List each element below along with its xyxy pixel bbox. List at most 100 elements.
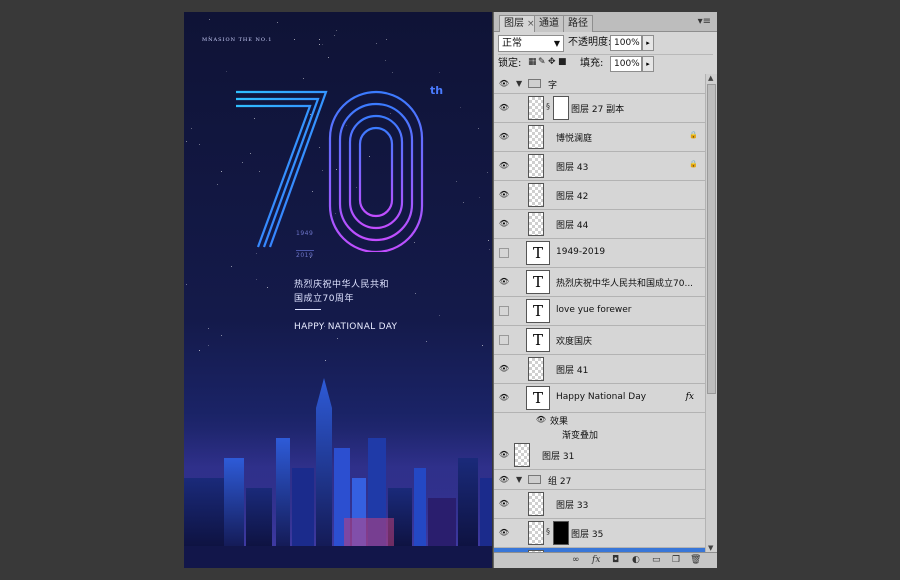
blend-mode-value: 正常 (502, 38, 522, 49)
layer-row[interactable]: 👁 图层 44 (494, 210, 706, 239)
layer-name: 图层 35 (571, 530, 604, 540)
lock-move-icon[interactable]: ✥ (548, 57, 556, 67)
fx-icon[interactable]: fx (592, 555, 600, 565)
visibility-eye-icon[interactable]: 👁 (497, 448, 511, 462)
blend-mode-select[interactable]: 正常 ▼ (498, 35, 564, 52)
layers-panel: 图层 × 通道 路径 ▾≡ 正常 ▼ 不透明度: 100% ▸ 锁定: ▦ ✎ ✥ … (493, 12, 717, 568)
visibility-eye-icon[interactable]: 👁 (497, 130, 511, 144)
layer-mask-thumbnail[interactable] (553, 521, 569, 545)
trash-icon[interactable]: 🗑 (690, 555, 701, 565)
layer-thumbnail[interactable] (528, 154, 544, 178)
layer-thumbnail[interactable] (528, 357, 544, 381)
fill-field[interactable]: 100% (610, 56, 642, 72)
layer-thumbnail[interactable] (528, 183, 544, 207)
layer-row[interactable]: T 1949-2019 (494, 239, 706, 268)
layer-thumbnail[interactable] (514, 443, 530, 467)
layer-group-row[interactable]: 👁 ▼ 组 27 (494, 470, 706, 490)
star (334, 35, 335, 36)
visibility-toggle-empty[interactable] (499, 306, 509, 316)
happy-national-day-text: HAPPY NATIONAL DAY (294, 322, 398, 332)
layer-thumbnail[interactable] (528, 125, 544, 149)
folder-icon (528, 475, 541, 484)
folder-icon[interactable]: ▭ (652, 555, 661, 565)
layer-row[interactable]: 👁 图层 43 🔒 (494, 152, 706, 181)
visibility-eye-icon[interactable]: 👁 (497, 473, 511, 487)
layer-thumbnail[interactable] (528, 521, 544, 545)
new-layer-icon[interactable]: ❐ (672, 555, 680, 565)
panel-menu-icon[interactable]: ▾≡ (698, 16, 711, 27)
layer-thumbnail[interactable] (528, 212, 544, 236)
opacity-field[interactable]: 100% (610, 35, 642, 51)
star (478, 128, 479, 129)
lock-paint-icon[interactable]: ✎ (538, 57, 546, 67)
layer-effect-row[interactable]: 渐变叠加 (494, 427, 706, 441)
year-start: 1949 (296, 230, 314, 237)
chain-link-icon[interactable]: § (546, 102, 550, 111)
layer-row[interactable]: 👁 图层 41 (494, 355, 706, 384)
tab-paths[interactable]: 路径 (563, 15, 593, 32)
tab-layers-label: 图层 (504, 18, 524, 29)
layer-name: 图层 42 (556, 192, 589, 202)
fx-badge-icon[interactable]: fx (686, 392, 694, 402)
adjustment-icon[interactable]: ◐ (632, 555, 640, 565)
opacity-slider-button[interactable]: ▸ (642, 35, 654, 51)
link-icon[interactable]: ∞ (572, 555, 580, 565)
visibility-toggle-empty[interactable] (499, 248, 509, 258)
layer-row[interactable]: Tlove yue forewer (494, 297, 706, 326)
document-canvas[interactable]: MNASION THE NO.1 th 1949 2019 热烈庆祝中华人民共和… (184, 12, 492, 568)
tab-channels[interactable]: 通道 (534, 15, 564, 32)
visibility-eye-icon[interactable]: 👁 (497, 497, 511, 511)
visibility-eye-icon[interactable]: 👁 (497, 101, 511, 115)
layer-lock-icon: 🔒 (689, 131, 698, 139)
layer-row[interactable]: 👁 § 图层 27 副本 (494, 94, 706, 123)
layer-row[interactable]: 👁 图层 42 (494, 181, 706, 210)
text-layer-icon[interactable]: T (526, 270, 550, 294)
layer-row[interactable]: 👁 博悦澜庭 🔒 (494, 123, 706, 152)
layer-row[interactable]: 👁 T Happy National Day fx (494, 384, 706, 413)
scroll-up-icon[interactable]: ▲ (708, 74, 713, 82)
layer-thumbnail[interactable] (528, 492, 544, 516)
layer-name: Happy National Day (556, 392, 647, 402)
layers-scrollbar[interactable]: ▲ ▼ (705, 74, 717, 552)
layer-effect-row[interactable]: 👁 效果 (494, 413, 706, 427)
layer-group-row[interactable]: 👁 ▼ 字 (494, 74, 706, 94)
layer-row[interactable]: 👁 T 热烈庆祝中华人民共和国成立70... (494, 268, 706, 297)
star (337, 338, 338, 339)
fill-slider-button[interactable]: ▸ (642, 56, 654, 72)
layer-name: 图层 27 副本 (571, 105, 625, 115)
layer-row[interactable]: 👁 图层 31 (494, 441, 706, 470)
lock-all-icon[interactable]: ■ (558, 57, 567, 67)
visibility-eye-icon[interactable]: 👁 (497, 362, 511, 376)
visibility-eye-icon[interactable]: 👁 (497, 391, 511, 405)
chain-link-icon[interactable]: § (546, 527, 550, 536)
visibility-eye-icon[interactable]: 👁 (497, 188, 511, 202)
layer-mask-thumbnail[interactable] (553, 96, 569, 120)
star (456, 181, 457, 182)
visibility-eye-icon[interactable]: 👁 (497, 159, 511, 173)
visibility-eye-icon[interactable]: 👁 (497, 217, 511, 231)
visibility-toggle-empty[interactable] (499, 335, 509, 345)
layer-thumbnail[interactable] (528, 96, 544, 120)
lock-transparent-icon[interactable]: ▦ (528, 57, 537, 67)
text-layer-icon[interactable]: T (526, 328, 550, 352)
text-layer-icon[interactable]: T (526, 386, 550, 410)
layer-row[interactable]: T 欢度国庆 (494, 326, 706, 355)
visibility-eye-icon[interactable]: 👁 (497, 77, 511, 91)
scroll-thumb[interactable] (707, 84, 716, 394)
layer-row[interactable]: 👁 图层 33 (494, 490, 706, 519)
expand-triangle-icon[interactable]: ▼ (516, 79, 522, 88)
layer-name: 欢度国庆 (556, 337, 593, 347)
text-layer-icon[interactable]: T (526, 299, 550, 323)
visibility-eye-icon[interactable]: 👁 (497, 275, 511, 289)
star (221, 171, 222, 172)
mask-icon[interactable]: ◘ (612, 555, 619, 565)
tab-paths-label: 路径 (568, 18, 588, 29)
layer-row[interactable]: 👁 § 图层 35 (494, 519, 706, 548)
visibility-eye-icon[interactable]: 👁 (534, 413, 548, 427)
scroll-down-icon[interactable]: ▼ (708, 544, 713, 552)
visibility-eye-icon[interactable]: 👁 (497, 526, 511, 540)
headline-zh-line2: 国成立70周年 (294, 294, 354, 304)
star (303, 78, 304, 79)
expand-triangle-icon[interactable]: ▼ (516, 475, 522, 484)
text-layer-icon[interactable]: T (526, 241, 550, 265)
